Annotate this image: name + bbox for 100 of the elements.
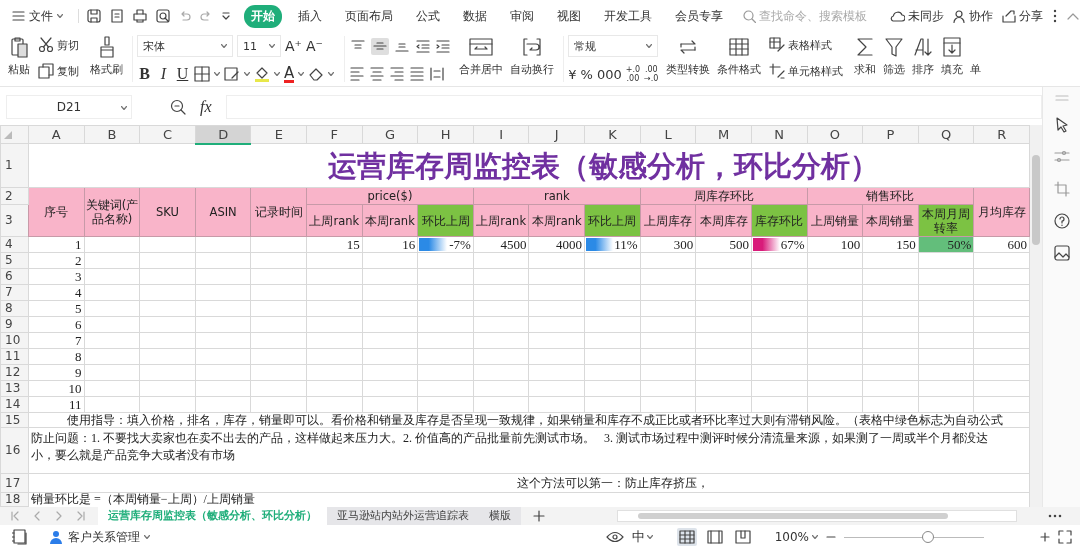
- scissors-icon[interactable]: [38, 37, 54, 53]
- scrollbar-thumb[interactable]: [638, 513, 948, 519]
- font-style-button[interactable]: B: [137, 65, 152, 83]
- toolbar-button[interactable]: 未同步: [889, 7, 944, 25]
- decimal-button[interactable]: .00 →.0: [644, 65, 659, 83]
- scrollbar-thumb[interactable]: [1032, 155, 1040, 245]
- ribbon-button[interactable]: 条件格式: [715, 34, 764, 79]
- page-layout-icon[interactable]: [706, 530, 723, 544]
- ribbon-button[interactable]: 表格样式: [766, 34, 847, 56]
- copy-icon[interactable]: [38, 63, 54, 79]
- column-header[interactable]: Q: [918, 125, 974, 144]
- row-header[interactable]: 3: [0, 204, 29, 237]
- print-icon[interactable]: [133, 9, 147, 23]
- font-name-field[interactable]: 宋体: [137, 35, 233, 57]
- number-format-button[interactable]: %: [580, 66, 593, 82]
- name-box[interactable]: D21: [6, 95, 132, 119]
- font-style-button[interactable]: I: [156, 65, 171, 83]
- ribbon-button[interactable]: 粘贴: [6, 34, 32, 79]
- sheet-tab[interactable]: 横版: [479, 507, 521, 525]
- left-align-icon[interactable]: [349, 66, 366, 82]
- ribbon-button[interactable]: 剪切: [35, 34, 82, 56]
- ribbon-tab[interactable]: 数据: [456, 4, 494, 28]
- export-icon[interactable]: [110, 9, 124, 23]
- add-sheet-icon[interactable]: [533, 510, 545, 522]
- decimal-button[interactable]: +.0 .00: [625, 65, 641, 83]
- preview-icon[interactable]: [156, 9, 170, 23]
- app-menu-button[interactable]: 客户关系管理: [48, 528, 150, 546]
- share-icon[interactable]: [1002, 9, 1016, 23]
- ribbon-button[interactable]: 类型转换: [664, 34, 713, 79]
- column-header[interactable]: H: [417, 125, 474, 144]
- sheet-tab[interactable]: 亚马逊站内站外运营追踪表: [327, 507, 479, 525]
- dropdown-icon[interactable]: [221, 11, 231, 21]
- funnel-icon[interactable]: [884, 36, 905, 58]
- ribbon-tab[interactable]: 公式: [409, 4, 447, 28]
- column-header[interactable]: N: [751, 125, 808, 144]
- sliders-icon[interactable]: [1053, 149, 1070, 165]
- person-icon[interactable]: [953, 9, 966, 23]
- ribbon-button[interactable]: 筛选: [881, 34, 908, 79]
- toolbar-button[interactable]: 协作: [953, 7, 993, 25]
- cursor-icon[interactable]: [1053, 117, 1070, 133]
- ribbon-button[interactable]: 单: [968, 34, 984, 79]
- column-header[interactable]: E: [250, 125, 307, 144]
- justify-icon[interactable]: [409, 66, 426, 82]
- font-size-field[interactable]: 11: [237, 35, 281, 57]
- shrink-font-button[interactable]: A⁻: [305, 38, 323, 54]
- merge-cells-icon[interactable]: [468, 36, 495, 58]
- grow-font-button[interactable]: A⁺: [285, 38, 302, 54]
- notebook-icon[interactable]: [12, 529, 28, 545]
- ribbon-button[interactable]: 排序: [910, 34, 937, 79]
- column-header[interactable]: C: [139, 125, 196, 144]
- ribbon-button[interactable]: 格式刷: [88, 34, 125, 79]
- ribbon-button[interactable]: 合并居中: [457, 34, 506, 79]
- collapse-icon[interactable]: [1067, 12, 1079, 20]
- handle-icon[interactable]: [1054, 95, 1069, 101]
- paint-bucket-icon[interactable]: [254, 66, 270, 82]
- column-header[interactable]: P: [862, 125, 919, 144]
- toolbar-button[interactable]: 分享: [1002, 7, 1043, 25]
- column-header[interactable]: K: [584, 125, 641, 144]
- more-icon[interactable]: [1053, 9, 1057, 23]
- ribbon-button[interactable]: 求和: [852, 34, 879, 79]
- zoom-level-button[interactable]: 100%: [774, 530, 818, 544]
- fill-down-icon[interactable]: [942, 36, 963, 58]
- ribbon-tab[interactable]: 开发工具: [597, 4, 659, 28]
- ribbon-tab[interactable]: 视图: [550, 4, 588, 28]
- ribbon-tab[interactable]: 会员专享: [668, 4, 730, 28]
- function-label[interactable]: fx: [200, 98, 212, 116]
- wrap-text-icon[interactable]: [521, 36, 544, 58]
- font-color-button[interactable]: A: [284, 65, 295, 83]
- eye-icon[interactable]: [605, 531, 624, 543]
- ribbon-button[interactable]: 填充: [939, 34, 966, 79]
- image-icon[interactable]: [1053, 245, 1070, 261]
- eraser-icon[interactable]: [308, 66, 325, 82]
- cloud-icon[interactable]: [889, 10, 905, 22]
- file-menu[interactable]: 文件: [8, 5, 67, 27]
- ribbon-tab[interactable]: 插入: [291, 4, 329, 28]
- cell-pen-icon[interactable]: [769, 63, 786, 79]
- number-format-button[interactable]: ¥: [568, 66, 577, 82]
- row-header[interactable]: 16: [0, 427, 29, 474]
- grid-icon[interactable]: [728, 36, 751, 58]
- table-pen-icon[interactable]: [769, 37, 786, 53]
- cell-format-icon[interactable]: [224, 66, 240, 82]
- column-header[interactable]: F: [306, 125, 363, 144]
- distribute-icon[interactable]: [429, 66, 446, 82]
- column-header[interactable]: J: [529, 125, 585, 144]
- help-icon[interactable]: [1053, 213, 1070, 229]
- zoom-in-icon[interactable]: [1040, 532, 1050, 542]
- clipboard-icon[interactable]: [9, 36, 29, 58]
- fullscreen-icon[interactable]: [1058, 530, 1072, 544]
- column-header[interactable]: D: [195, 125, 251, 144]
- zoom-icon[interactable]: [170, 99, 186, 115]
- column-header[interactable]: G: [362, 125, 418, 144]
- column-header[interactable]: O: [807, 125, 863, 144]
- more-icon[interactable]: [1048, 514, 1062, 518]
- column-header[interactable]: M: [695, 125, 752, 144]
- normal-view-icon[interactable]: [678, 530, 695, 544]
- slider-thumb[interactable]: [922, 531, 934, 543]
- ribbon-button[interactable]: 复制: [35, 60, 82, 82]
- column-header[interactable]: B: [84, 125, 140, 144]
- column-header[interactable]: I: [473, 125, 529, 144]
- row-header[interactable]: 1: [0, 143, 29, 188]
